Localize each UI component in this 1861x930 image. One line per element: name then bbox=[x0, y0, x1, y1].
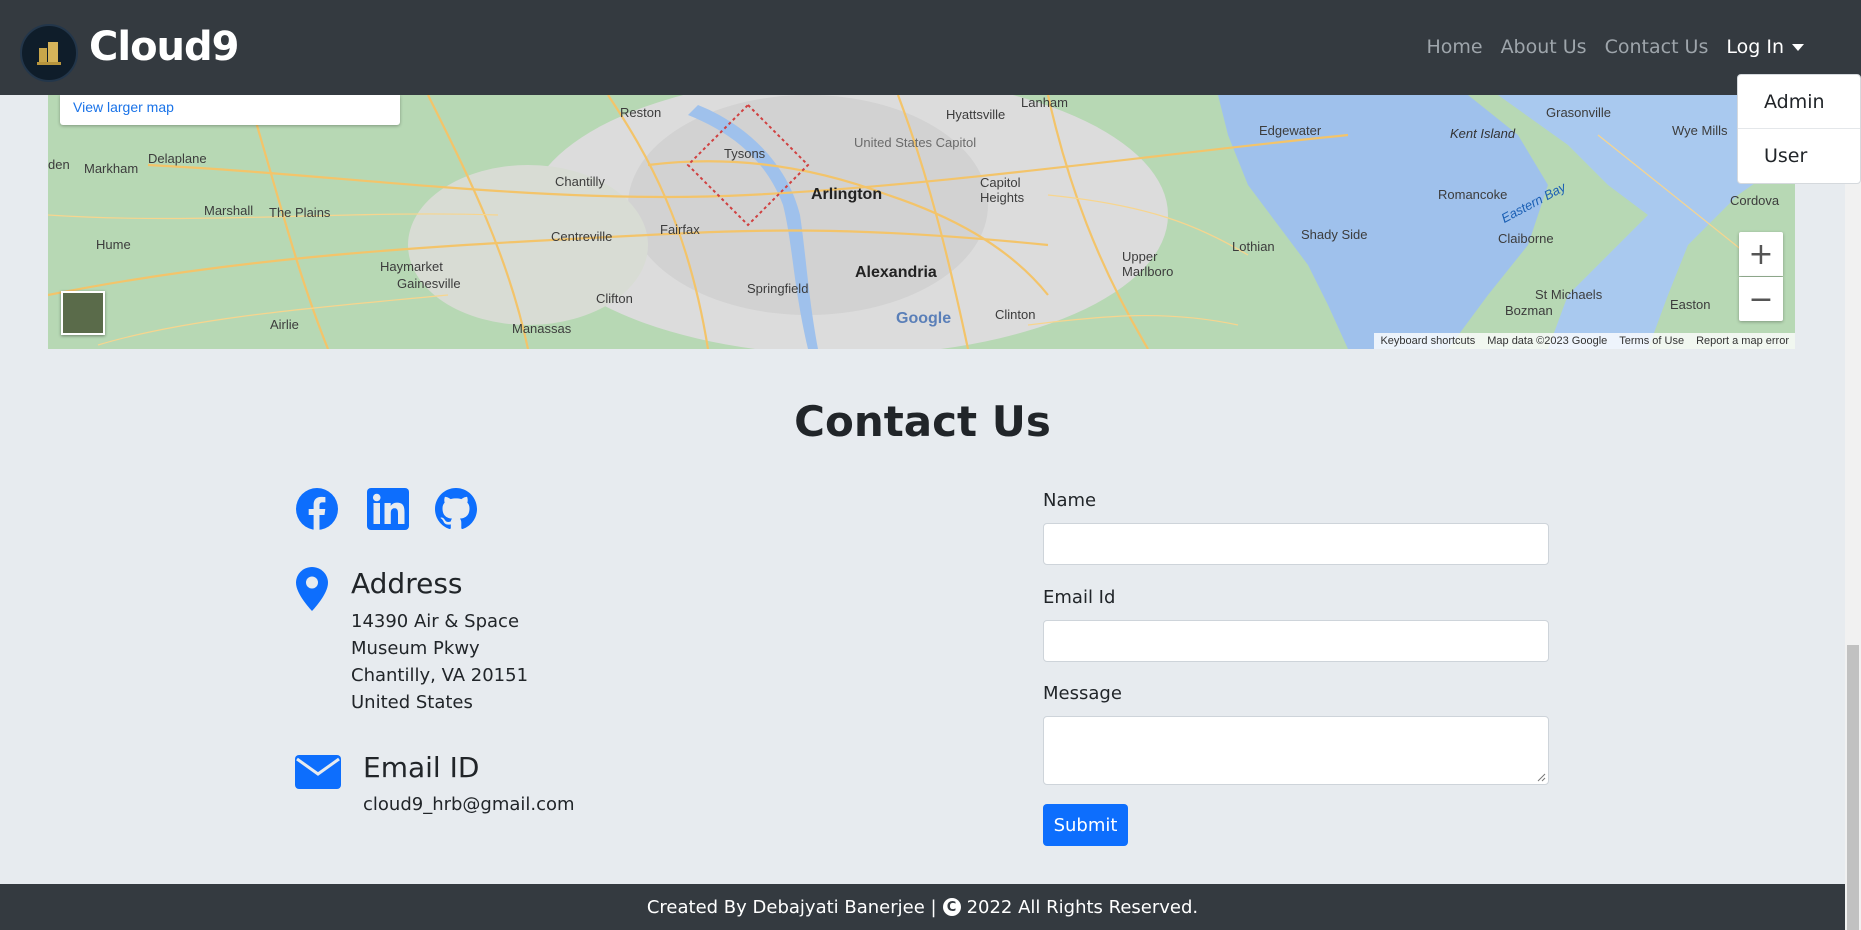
map-label: Shady Side bbox=[1301, 227, 1368, 242]
map-label: Haymarket bbox=[380, 259, 443, 274]
map-label: Bozman bbox=[1505, 303, 1553, 318]
address-title: Address bbox=[351, 567, 463, 600]
map-label: Easton bbox=[1670, 297, 1711, 312]
map-label: Upper Marlboro bbox=[1122, 249, 1174, 279]
map-label: St Michaels bbox=[1535, 287, 1603, 302]
map-info-card: View larger map bbox=[60, 95, 400, 125]
report-error-link[interactable]: Report a map error bbox=[1696, 335, 1789, 347]
email-input[interactable] bbox=[1043, 620, 1549, 662]
map-label: Manassas bbox=[512, 321, 572, 336]
address-line: Chantilly, VA 20151 bbox=[351, 665, 529, 686]
zoom-in-button[interactable]: + bbox=[1739, 232, 1783, 276]
dropdown-divider bbox=[1738, 128, 1860, 129]
github-icon[interactable] bbox=[434, 487, 478, 531]
envelope-icon bbox=[295, 755, 341, 789]
linkedin-icon[interactable] bbox=[366, 487, 410, 531]
map-label: Grasonville bbox=[1546, 105, 1612, 120]
map-label: Delaplane bbox=[148, 151, 207, 166]
dropdown-item-admin[interactable]: Admin bbox=[1764, 91, 1825, 113]
map-label: Alexandria bbox=[855, 264, 937, 281]
login-dropdown-menu: Admin User bbox=[1737, 74, 1861, 184]
scrollbar-thumb[interactable] bbox=[1847, 645, 1859, 930]
map-label: Centreville bbox=[551, 229, 613, 244]
map-label: den bbox=[48, 157, 70, 172]
map-label: Clifton bbox=[596, 291, 633, 306]
map-label: Wye Mills bbox=[1672, 123, 1728, 138]
footer-credit: Created By Debajyati Banerjee | bbox=[646, 896, 937, 918]
map-label: Lothian bbox=[1232, 239, 1275, 254]
map-label: Hyattsville bbox=[946, 107, 1006, 122]
map-label: Arlington bbox=[811, 186, 883, 203]
address-line: Museum Pkwy bbox=[351, 638, 480, 659]
page-footer: Created By Debajyati Banerjee | C 2022 A… bbox=[0, 884, 1845, 930]
map-label: Marshall bbox=[204, 203, 254, 218]
map-label: Gainesville bbox=[397, 276, 461, 291]
map-label: Edgewater bbox=[1259, 123, 1322, 138]
name-label: Name bbox=[1043, 490, 1097, 511]
copyright-icon: C bbox=[942, 898, 961, 916]
map-label: Claiborne bbox=[1498, 231, 1554, 246]
address-line: 14390 Air & Space bbox=[351, 611, 520, 632]
map-label: The Plains bbox=[269, 205, 331, 220]
email-label: Email Id bbox=[1043, 587, 1116, 608]
dropdown-item-user[interactable]: User bbox=[1764, 145, 1807, 167]
nav-links: Home About Us Contact Us Log In bbox=[1417, 36, 1813, 58]
nav-home[interactable]: Home bbox=[1417, 36, 1491, 58]
nav-login-toggle[interactable]: Log In bbox=[1717, 36, 1813, 58]
keyboard-shortcuts-link[interactable]: Keyboard shortcuts bbox=[1380, 335, 1475, 347]
map-attribution: Keyboard shortcuts Map data ©2023 Google… bbox=[1374, 333, 1795, 349]
submit-button[interactable]: Submit bbox=[1043, 804, 1128, 846]
map-label: Clinton bbox=[995, 307, 1036, 322]
map-label: Tysons bbox=[724, 146, 766, 161]
caret-down-icon bbox=[1792, 44, 1804, 51]
map-label: Lanham bbox=[1021, 95, 1068, 110]
nav-about[interactable]: About Us bbox=[1492, 36, 1596, 58]
view-larger-map-link[interactable]: View larger map bbox=[73, 99, 174, 115]
map-label: United States Capitol bbox=[854, 135, 977, 150]
satellite-toggle[interactable] bbox=[61, 291, 105, 335]
map-label: Airlie bbox=[270, 317, 299, 332]
map-label: Markham bbox=[84, 161, 139, 176]
brand-logo[interactable] bbox=[20, 24, 78, 82]
building-icon bbox=[37, 42, 61, 65]
map-label: Reston bbox=[620, 105, 662, 120]
email-value: cloud9_hrb@gmail.com bbox=[363, 794, 575, 815]
nav-login-label: Log In bbox=[1726, 36, 1784, 58]
map-data-text: Map data ©2023 Google bbox=[1487, 335, 1608, 347]
embedded-map[interactable]: View larger map Reston Delaplane den Mar… bbox=[48, 95, 1795, 349]
footer-rights: 2022 All Rights Reserved. bbox=[966, 896, 1199, 918]
navbar: Cloud9 Home About Us Contact Us Log In bbox=[0, 0, 1861, 95]
map-label: Cordova bbox=[1730, 193, 1780, 208]
map-label: Kent Island bbox=[1450, 126, 1516, 141]
brand-name[interactable]: Cloud9 bbox=[89, 24, 239, 70]
google-logo: Google bbox=[896, 310, 952, 327]
map-label: Romancoke bbox=[1438, 187, 1508, 202]
map-label: Chantilly bbox=[555, 174, 605, 189]
message-textarea[interactable] bbox=[1043, 716, 1549, 785]
message-label: Message bbox=[1043, 683, 1122, 704]
facebook-icon[interactable] bbox=[295, 487, 339, 531]
zoom-out-button[interactable]: − bbox=[1739, 277, 1783, 321]
map-label: Hume bbox=[96, 237, 131, 252]
name-input[interactable] bbox=[1043, 523, 1549, 565]
resize-grip-icon[interactable] bbox=[1536, 772, 1546, 782]
terms-link[interactable]: Terms of Use bbox=[1619, 335, 1684, 347]
nav-contact[interactable]: Contact Us bbox=[1596, 36, 1718, 58]
map-label: Springfield bbox=[747, 281, 809, 296]
map-label: Capitol Heights bbox=[980, 175, 1025, 205]
address-line: United States bbox=[351, 692, 473, 713]
map-label: Fairfax bbox=[660, 222, 700, 237]
location-pin-icon bbox=[296, 567, 328, 611]
contact-title: Contact Us bbox=[794, 397, 1051, 446]
email-title: Email ID bbox=[363, 751, 480, 784]
